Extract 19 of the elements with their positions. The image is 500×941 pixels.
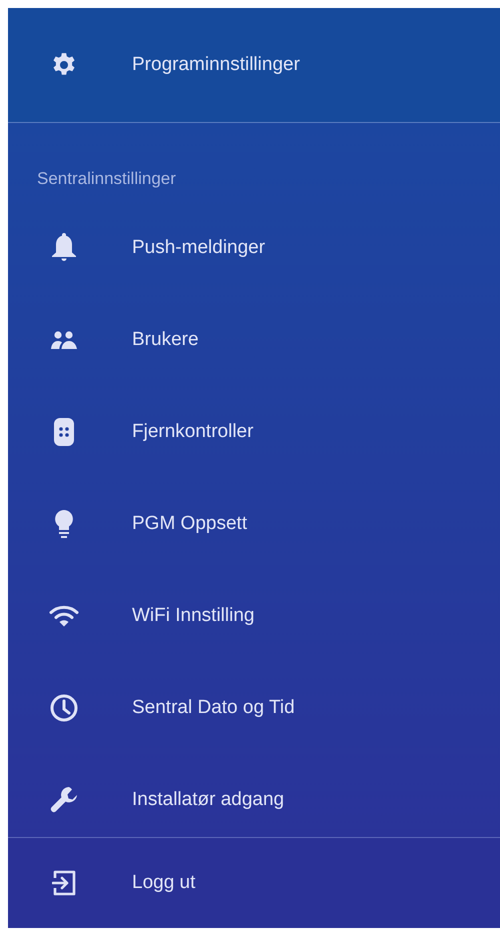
clock-icon — [50, 694, 78, 722]
menu-item[interactable]: Installatør adgang — [8, 754, 500, 837]
menu-item[interactable]: PGM Oppsett — [8, 478, 500, 570]
menu-item[interactable]: Programinnstillinger — [8, 52, 300, 78]
logout-button[interactable]: Logg ut — [8, 870, 196, 896]
lightbulb-icon — [55, 510, 73, 538]
menu-item[interactable]: Fjernkontroller — [8, 386, 500, 478]
users-icon — [51, 331, 77, 349]
remote-icon — [54, 418, 74, 446]
wrench-icon — [50, 786, 78, 814]
wifi-icon — [49, 605, 79, 627]
bell-icon — [52, 233, 76, 263]
logout-icon — [52, 870, 76, 896]
menu-item[interactable]: WiFi Innstilling — [8, 570, 500, 662]
section-title: Sentralinnstillinger — [36, 168, 177, 189]
gear-icon — [51, 52, 77, 78]
menu-item[interactable]: Brukere — [8, 294, 500, 386]
menu-item[interactable]: Push-meldinger — [8, 202, 500, 294]
menu-item[interactable]: Sentral Dato og Tid — [8, 662, 500, 754]
